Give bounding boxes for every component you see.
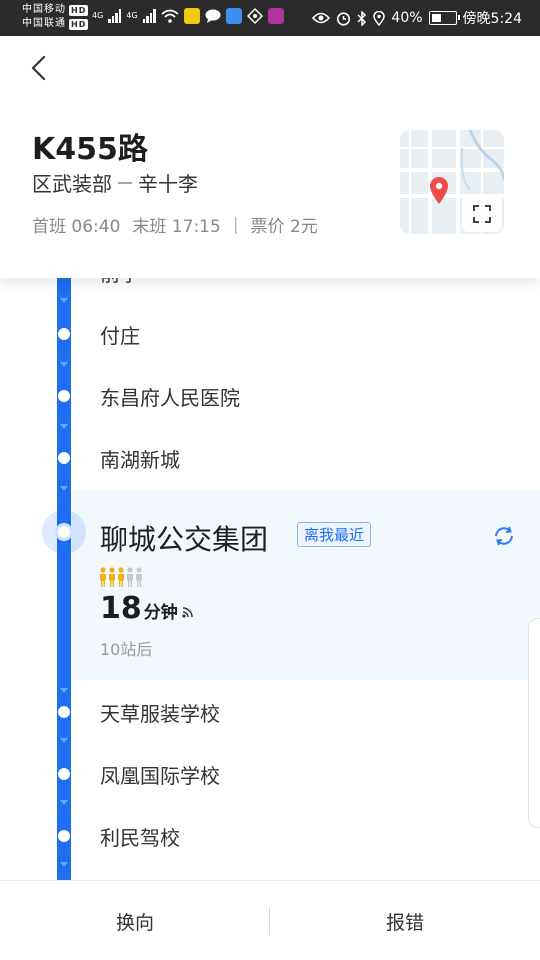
location-icon [373, 10, 386, 26]
carrier-1: 中国移动 [22, 4, 66, 15]
direction-arrow-icon [118, 181, 132, 184]
bluetooth-icon [357, 10, 367, 26]
person-icon [109, 567, 115, 587]
route-destination: 辛十李 [138, 172, 198, 196]
route-header: K455路 区武装部 辛十李 首班 06:40 末班 17:15 | 票价 2元 [0, 36, 540, 278]
back-icon[interactable] [26, 54, 54, 82]
current-stop-dot [55, 523, 73, 541]
first-bus-time: 首班 06:40 [32, 217, 121, 237]
stop-name: 东昌府人民医院 [100, 386, 240, 410]
carrier-2: 中国联通 [22, 18, 66, 29]
list-item[interactable]: 天草服装学校 [0, 682, 540, 744]
direction-chevron-icon [60, 862, 68, 867]
alarm-icon [337, 11, 351, 26]
last-bus-time: 末班 17:15 [132, 217, 221, 237]
stop-dot [58, 768, 70, 780]
status-right-icons: 40% 傍晚5:24 [312, 8, 522, 28]
stop-name: 利民驾校 [100, 826, 180, 850]
direction-chevron-icon [60, 486, 68, 491]
gesture-icon [246, 8, 263, 24]
direction-chevron-icon [60, 298, 68, 303]
stop-name: 前李 [100, 278, 140, 287]
signal-icon [142, 9, 156, 23]
switch-direction-button[interactable]: 换向 [0, 881, 270, 960]
current-stop-name: 聊城公交集团 [100, 523, 269, 556]
stop-name: 付庄 [100, 324, 140, 348]
report-error-button[interactable]: 报错 [270, 881, 540, 960]
person-icon [118, 567, 124, 587]
crowd-level-indicator [99, 567, 143, 587]
list-item[interactable]: 前李 [0, 278, 540, 304]
eta-unit: 分钟 [143, 603, 178, 623]
battery-percent: 40% [391, 10, 423, 26]
wifi-icon [161, 9, 179, 23]
stop-dot [58, 390, 70, 402]
fullscreen-icon [473, 205, 491, 223]
list-item[interactable]: 东昌府人民医院 [0, 366, 540, 428]
side-drawer-handle[interactable] [528, 618, 540, 828]
route-origin: 区武装部 [32, 172, 112, 196]
fare: 票价 2元 [250, 217, 318, 237]
stop-dot [58, 830, 70, 842]
clock: 傍晚5:24 [462, 11, 522, 27]
stop-dot [58, 328, 70, 340]
route-name: K455路 [32, 132, 148, 167]
list-item[interactable]: 付庄 [0, 304, 540, 366]
carrier-info: 中国移动 HD 中国联通 HD [22, 3, 89, 31]
chat-icon [205, 9, 221, 23]
list-item[interactable]: 利民驾校 [0, 806, 540, 868]
expand-map-button[interactable] [462, 196, 502, 232]
person-icon [127, 567, 133, 587]
stop-name: 南湖新城 [100, 448, 180, 472]
refresh-icon[interactable] [492, 524, 516, 548]
stop-name: 凤凰国际学校 [100, 764, 220, 788]
meta-divider: | [232, 214, 239, 235]
signal-icon [108, 9, 122, 23]
route-direction: 区武装部 辛十李 [32, 168, 198, 197]
stop-dot [58, 706, 70, 718]
bottom-bar: 换向 报错 [0, 880, 540, 960]
stop-list[interactable]: 前李 付庄 东昌府人民医院 南湖新城 聊城公交集团 离我最近 18 分钟 10站… [0, 278, 540, 882]
app-notification-icon [225, 8, 242, 24]
hd-badge: HD [69, 18, 89, 30]
person-icon [136, 567, 142, 587]
route-mini-map[interactable] [400, 130, 504, 234]
network-type-1: 4G [92, 11, 104, 20]
list-item[interactable]: 凤凰国际学校 [0, 744, 540, 806]
battery-fill [431, 14, 441, 22]
eta-value: 18 [100, 591, 142, 626]
network-type-2: 4G [126, 11, 138, 20]
list-item[interactable]: 南湖新城 [0, 428, 540, 490]
route-schedule: 首班 06:40 末班 17:15 | 票价 2元 [32, 212, 318, 238]
app-notification-icon [183, 8, 200, 24]
stops-away: 10站后 [100, 640, 153, 659]
app-notification-icon [267, 8, 284, 24]
status-bar: 中国移动 HD 中国联通 HD 4G 4G 40% 傍晚5:24 [0, 0, 540, 36]
direction-chevron-icon [60, 738, 68, 743]
stop-dot [58, 452, 70, 464]
nearest-badge: 离我最近 [297, 522, 372, 547]
battery-icon [428, 11, 460, 25]
stop-name: 天草服装学校 [100, 702, 220, 726]
status-left-icons: 4G 4G [92, 8, 284, 24]
hd-badge: HD [69, 4, 89, 16]
realtime-signal-icon [182, 607, 193, 618]
eye-icon [312, 12, 331, 24]
eta: 18 分钟 [100, 591, 195, 626]
direction-chevron-icon [60, 800, 68, 805]
person-icon [100, 567, 106, 587]
